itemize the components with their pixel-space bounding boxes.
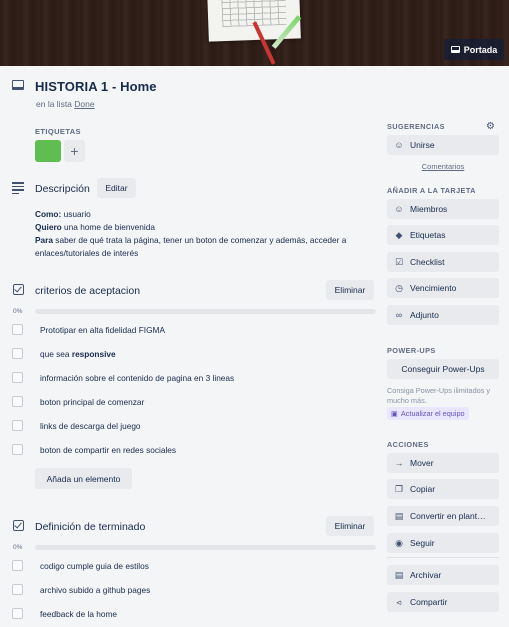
checklist-item-checkbox[interactable] [12, 608, 23, 619]
checklist-item: archivo subido a github pages [0, 582, 380, 602]
checklist-item: boton principal de comenzar [0, 394, 380, 414]
card-icon [450, 46, 460, 53]
checklist-item-text[interactable]: boton principal de comenzar [40, 397, 144, 407]
clock-icon: ◷ [395, 282, 403, 293]
checklist-item-checkbox[interactable] [12, 444, 23, 455]
archive-button[interactable]: ▤ Archivar [387, 565, 499, 585]
checklist-item: Prototipar en alta fidelidad FIGMA [0, 322, 380, 342]
add-label-button[interactable]: + [64, 140, 85, 162]
checklist-button[interactable]: ☑ Checklist [387, 252, 499, 272]
arrow-right-icon: → [394, 458, 404, 468]
checklist-icon [13, 520, 24, 531]
checklist-progress-bar [35, 545, 376, 550]
actions-heading: ACCIONES [387, 440, 429, 449]
checklist-item-text[interactable]: codigo cumple guia de estilos [40, 561, 149, 571]
powerups-heading: POWER-UPS [387, 346, 436, 355]
labels-heading: ETIQUETAS [35, 127, 81, 136]
comments-link[interactable]: Comentarios [387, 162, 499, 171]
person-icon: ☺ [394, 204, 404, 214]
checkbox-icon: ☑ [394, 256, 404, 267]
description-text[interactable]: Como: usuario Quiero una home de bienven… [35, 208, 380, 260]
card-icon [12, 80, 24, 90]
list-link[interactable]: Done [74, 99, 94, 109]
powerups-description: Consiga Power-Ups ilimitados y mucho más… [387, 386, 491, 405]
briefcase-icon: ▣ [391, 409, 398, 418]
checklist-percent: 0% [13, 308, 23, 315]
copy-icon: ❐ [394, 483, 404, 494]
upgrade-team-button[interactable]: ▣ Actualizar el equipo [387, 407, 469, 420]
checklist-item-checkbox[interactable] [12, 372, 23, 383]
checklist-item-checkbox[interactable] [12, 324, 23, 335]
checklist-item-text[interactable]: Prototipar en alta fidelidad FIGMA [40, 325, 165, 335]
cover-button-label: Portada [463, 44, 498, 55]
due-date-button[interactable]: ◷ Vencimiento [387, 278, 499, 298]
share-button[interactable]: ⪦ Compartir [387, 592, 499, 612]
checklist-title[interactable]: Definición de terminado [35, 521, 145, 533]
checklist-item-text[interactable]: links de descarga del juego [40, 421, 141, 431]
template-icon: ▤ [394, 510, 404, 521]
archive-icon: ▤ [394, 569, 404, 580]
eye-icon: ◉ [395, 537, 403, 548]
labels-button[interactable]: ◆ Etiquetas [387, 225, 499, 245]
checklist-item-text[interactable]: archivo subido a github pages [40, 585, 150, 595]
members-button[interactable]: ☺ Miembros [387, 199, 499, 219]
checklist-progress-bar [35, 309, 376, 314]
checklist-title[interactable]: criterios de aceptacion [35, 285, 140, 297]
checklist-icon [13, 284, 24, 295]
cover-button[interactable]: Portada [444, 39, 504, 60]
convert-template-button[interactable]: ▤ Convertir en plant… [387, 506, 499, 526]
checklist-item-checkbox[interactable] [12, 560, 23, 571]
card-cover: Portada [0, 0, 509, 66]
paperclip-icon: ∞ [395, 310, 403, 320]
list-info: en la lista Done [36, 99, 95, 109]
checklist-item-checkbox[interactable] [12, 420, 23, 431]
label-chip-green[interactable] [35, 140, 61, 162]
share-icon: ⪦ [396, 596, 402, 607]
checklist-item: información sobre el contenido de pagina… [0, 370, 380, 390]
description-heading: Descripción [35, 183, 90, 195]
checklist-item: codigo cumple guia de estilos [0, 558, 380, 578]
checklist-item-text[interactable]: que sea responsive [40, 349, 116, 359]
checklist-item-checkbox[interactable] [12, 584, 23, 595]
attachment-button[interactable]: ∞ Adjunto [387, 305, 499, 325]
add-to-card-heading: AÑADIR A LA TARJETA [387, 186, 476, 195]
move-button[interactable]: → Mover [387, 453, 499, 473]
description-icon [12, 182, 24, 195]
checklist-item-checkbox[interactable] [12, 396, 23, 407]
checklist-item: feedback de la home [0, 606, 380, 626]
edit-description-button[interactable]: Editar [97, 178, 136, 198]
checklist-item: que sea responsive [0, 346, 380, 366]
card-detail: HISTORIA 1 - Home en la lista Done ETIQU… [0, 66, 509, 627]
checklist-item-text[interactable]: feedback de la home [40, 609, 117, 619]
copy-button[interactable]: ❐ Copiar [387, 479, 499, 499]
add-item-button[interactable]: Añada un elemento [35, 468, 132, 489]
actions-divider [387, 557, 499, 558]
person-icon: ☺ [394, 140, 404, 150]
checklist-item: boton de compartir en redes sociales [0, 442, 380, 462]
suggestions-heading: SUGERENCIAS [387, 122, 445, 131]
join-button[interactable]: ☺ Unirse [387, 135, 499, 155]
checklist-item-text[interactable]: información sobre el contenido de pagina… [40, 373, 234, 383]
checklist-item-checkbox[interactable] [12, 348, 23, 359]
gear-icon[interactable]: ⚙ [486, 121, 495, 132]
card-title[interactable]: HISTORIA 1 - Home [35, 79, 157, 94]
checklist-item-text[interactable]: boton de compartir en redes sociales [40, 445, 176, 455]
checklist-percent: 0% [13, 544, 23, 551]
follow-button[interactable]: ◉ Seguir [387, 533, 499, 553]
delete-checklist-button[interactable]: Eliminar [326, 280, 374, 300]
in-list-prefix: en la lista [36, 99, 72, 109]
delete-checklist-button[interactable]: Eliminar [326, 516, 374, 536]
get-powerups-button[interactable]: Conseguir Power-Ups [387, 359, 499, 379]
tag-icon: ◆ [395, 229, 403, 240]
checklist-item: links de descarga del juego [0, 418, 380, 438]
